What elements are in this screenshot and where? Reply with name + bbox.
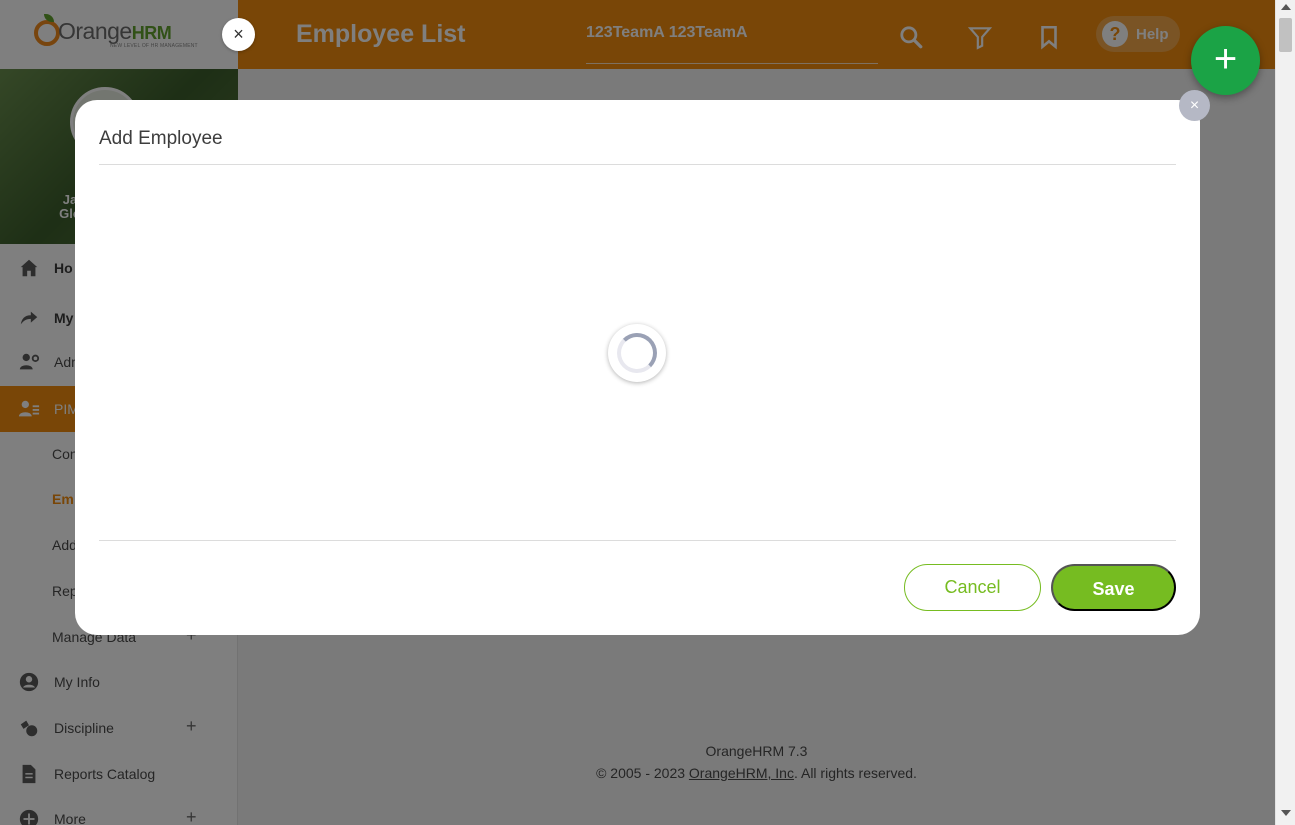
- save-button[interactable]: Save: [1051, 564, 1176, 611]
- page-scrollbar[interactable]: [1275, 0, 1295, 825]
- loading-spinner: [608, 324, 666, 382]
- dialog-divider-top: [99, 164, 1176, 165]
- app-page: OrangeHRM NEW LEVEL OF HR MANAGEMENT Ja …: [0, 0, 1275, 825]
- add-employee-dialog: Add Employee Cancel Save: [75, 100, 1200, 635]
- scroll-up-arrow-icon[interactable]: [1281, 4, 1291, 10]
- add-employee-fab[interactable]: +: [1191, 26, 1260, 95]
- spinner-icon: [617, 333, 657, 373]
- dialog-divider-bottom: [99, 540, 1176, 541]
- dialog-title: Add Employee: [99, 128, 223, 149]
- scroll-down-arrow-icon[interactable]: [1281, 810, 1291, 816]
- scroll-thumb[interactable]: [1279, 18, 1292, 52]
- sidebar-close-button[interactable]: ×: [222, 18, 255, 51]
- cancel-button[interactable]: Cancel: [904, 564, 1041, 611]
- dialog-close-button[interactable]: ×: [1179, 90, 1210, 121]
